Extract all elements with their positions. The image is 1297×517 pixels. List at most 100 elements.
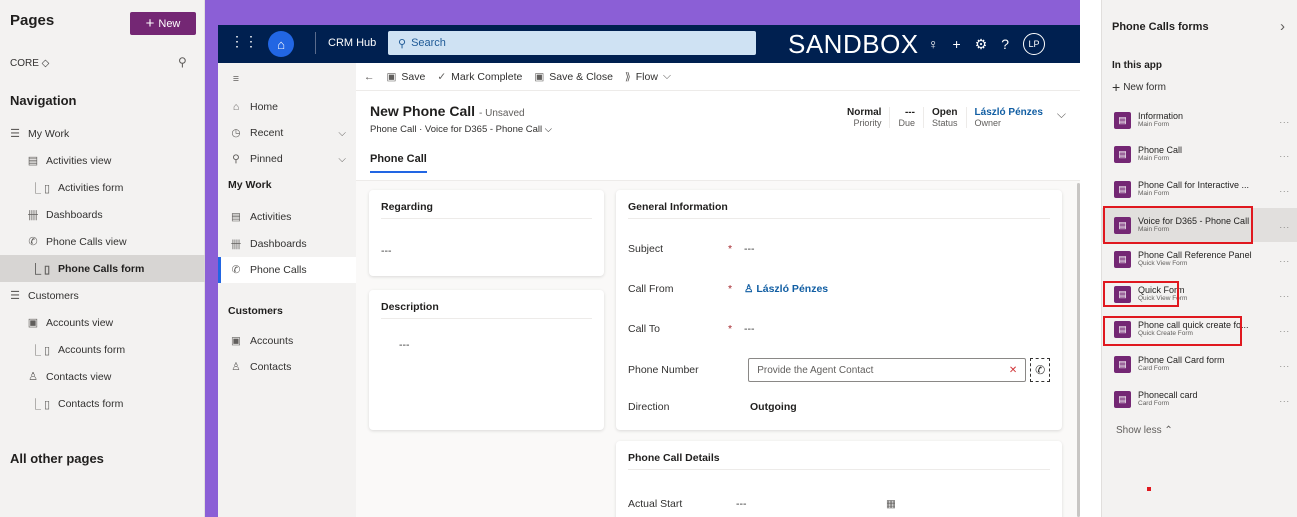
new-form-button[interactable]: + New form [1112,80,1166,94]
gear-icon[interactable]: ⚙ [975,36,988,53]
search-input[interactable]: ⚲ Search [388,31,756,55]
form-name: Phone Call for Interactive ... [1138,180,1250,190]
nav-tree-item[interactable]: ⎿ ▯ Contacts form [0,390,205,417]
nav-tree-item[interactable]: ⎿ ▯ Activities form [0,174,205,201]
general-information-title: General Information [628,201,728,213]
plus-icon[interactable]: + [953,36,961,52]
screen: Pages + New CORE ◇ ⚲ Navigation ☰ My Work… [0,0,1297,517]
check-icon: ✓ [437,70,447,83]
form-list-item[interactable]: ▤ Phone call quick create fo... Quick Crea… [1102,312,1297,346]
mark-complete-button[interactable]: ✓ Mark Complete [437,71,522,83]
status-field[interactable]: Open Status [922,107,958,128]
form-list-item[interactable]: ▤ Phone Call for Interactive ... Main Form… [1102,172,1297,206]
form-list-item[interactable]: ▤ Voice for D365 - Phone Call Main Form... [1102,208,1297,242]
chevron-right-icon[interactable]: › [1280,18,1285,35]
direction-field[interactable]: Direction Outgoing [628,396,1050,418]
form-list-item[interactable]: ▤ Information Main Form... [1102,103,1297,137]
form-list-item[interactable]: ▤ Phone Call Card form Card Form... [1102,347,1297,381]
actual-start-field[interactable]: Actual Start --- ▦ [628,493,1050,515]
calendar-icon[interactable]: ▦ [886,498,896,510]
lightbulb-icon[interactable]: ♀ [928,36,939,52]
priority-field[interactable]: Normal Priority [839,107,881,128]
header-icons: ♀ + ⚙ ? LP [928,25,1046,63]
phone-call-icon[interactable]: ✆ [1030,358,1050,382]
form-list-item[interactable]: ▤ Phonecall card Card Form... [1102,382,1297,416]
nav-tree-item[interactable]: ▣ Accounts view [0,309,205,336]
more-options-icon[interactable]: ... [1279,394,1290,404]
due-field[interactable]: --- Due [889,107,915,128]
status-value: Open [931,107,958,118]
more-options-icon[interactable]: ... [1279,324,1290,334]
form-type: Quick Create Form [1138,330,1193,337]
call-to-value: --- [744,323,755,335]
nav-tree-item[interactable]: ⎿ ▯ Accounts form [0,336,205,363]
sitemap-activities[interactable]: ▤ Activities [218,204,356,230]
more-options-icon[interactable]: ... [1279,220,1290,230]
red-marker [1147,487,1151,491]
nav-tree-item[interactable]: ⎿ ▯ Phone Calls form [0,255,205,282]
sitemap-home[interactable]: ⌂ Home [218,94,356,120]
phone-number-input[interactable]: Provide the Agent Contact ✕ [748,358,1027,382]
back-arrow-icon[interactable]: ← [364,71,375,83]
nav-tree-item[interactable]: 卌 Dashboards [0,201,205,228]
more-options-icon[interactable]: ... [1279,359,1290,369]
form-selector[interactable]: Phone Call · Voice for D365 - Phone Call… [370,124,552,135]
more-options-icon[interactable]: ... [1279,289,1290,299]
clear-icon[interactable]: ✕ [1009,365,1017,376]
nav-tree-item[interactable]: ✆ Phone Calls view [0,228,205,255]
form-scrollbar[interactable] [1077,183,1080,517]
call-from-value[interactable]: ♙ László Pénzes [744,283,828,295]
search-icon[interactable]: ⚲ [178,55,187,69]
more-options-icon[interactable]: ... [1279,115,1290,125]
regarding-value: --- [381,245,392,257]
more-options-icon[interactable]: ... [1279,149,1290,159]
solution-selector[interactable]: CORE ◇ [10,58,49,69]
waffle-icon[interactable]: ⋮⋮ [230,33,258,50]
new-page-button[interactable]: + New [130,12,196,35]
call-to-field[interactable]: Call To * --- [628,318,1050,340]
tab-phone-call[interactable]: Phone Call [370,153,427,173]
form-list-item[interactable]: ▤ Phone Call Reference Panel Quick View Fo… [1102,242,1297,276]
sitemap-accounts[interactable]: ▣ Accounts [218,328,356,354]
nav-tree-item[interactable]: ☰ My Work [0,120,205,147]
show-less-link[interactable]: Show less ⌃ [1116,425,1173,436]
subject-field[interactable]: Subject * --- [628,238,1050,260]
chevron-down-icon[interactable]: ⌵ [1057,107,1066,122]
sitemap-pinned[interactable]: ⚲ Pinned ⌵ [218,146,356,172]
header-fields: Normal Priority --- Due Open Status László … [839,107,1066,128]
call-from-field[interactable]: Call From * ♙ László Pénzes [628,278,1050,300]
nav-tree-item[interactable]: ☰ Customers [0,282,205,309]
nav-tree-item-label: Accounts view [46,316,114,329]
sitemap-recent[interactable]: ◷ Recent ⌵ [218,120,356,146]
direction-label: Direction [628,401,670,413]
save-button[interactable]: ▣ Save [387,71,426,83]
hamburger-icon[interactable]: ≡ [218,66,356,92]
priority-label: Priority [853,118,882,128]
nav-tree-item-label: Activities view [46,154,112,167]
sitemap-phone-calls[interactable]: ✆ Phone Calls [218,257,356,283]
regarding-field[interactable]: --- [381,240,592,262]
nav-tree-item[interactable]: ▤ Activities view [0,147,205,174]
owner-field[interactable]: László Pénzes Owner [965,107,1043,128]
form-list-item[interactable]: ▤ Quick Form Quick View Form... [1102,277,1297,311]
owner-value[interactable]: László Pénzes [975,107,1043,118]
avatar[interactable]: LP [1023,33,1046,55]
app-name[interactable]: CRM Hub [315,32,376,54]
nav-tree-item[interactable]: ♙ Contacts view [0,363,205,390]
sitemap-contacts[interactable]: ♙ Contacts [218,354,356,380]
help-icon[interactable]: ? [1001,36,1009,52]
more-options-icon[interactable]: ... [1279,184,1290,194]
description-field[interactable]: --- [399,334,592,356]
form-list-item[interactable]: ▤ Phone Call Main Form... [1102,137,1297,171]
required-indicator: * [728,283,733,295]
form-type: Quick View Form [1138,260,1188,267]
sitemap-dashboards[interactable]: 卌 Dashboards [218,231,356,257]
all-other-pages-header[interactable]: All other pages [10,451,104,466]
save-close-button[interactable]: ▣ Save & Close [534,71,613,83]
form-name: Phone Call Card form [1138,355,1225,365]
more-options-icon[interactable]: ... [1279,254,1290,264]
flow-button[interactable]: ⟫ Flow ⌵ [625,70,671,83]
sitemap-contacts-label: Contacts [250,361,292,373]
home-app-icon[interactable]: ⌂ [268,31,294,57]
call-to-label: Call To [628,323,660,335]
